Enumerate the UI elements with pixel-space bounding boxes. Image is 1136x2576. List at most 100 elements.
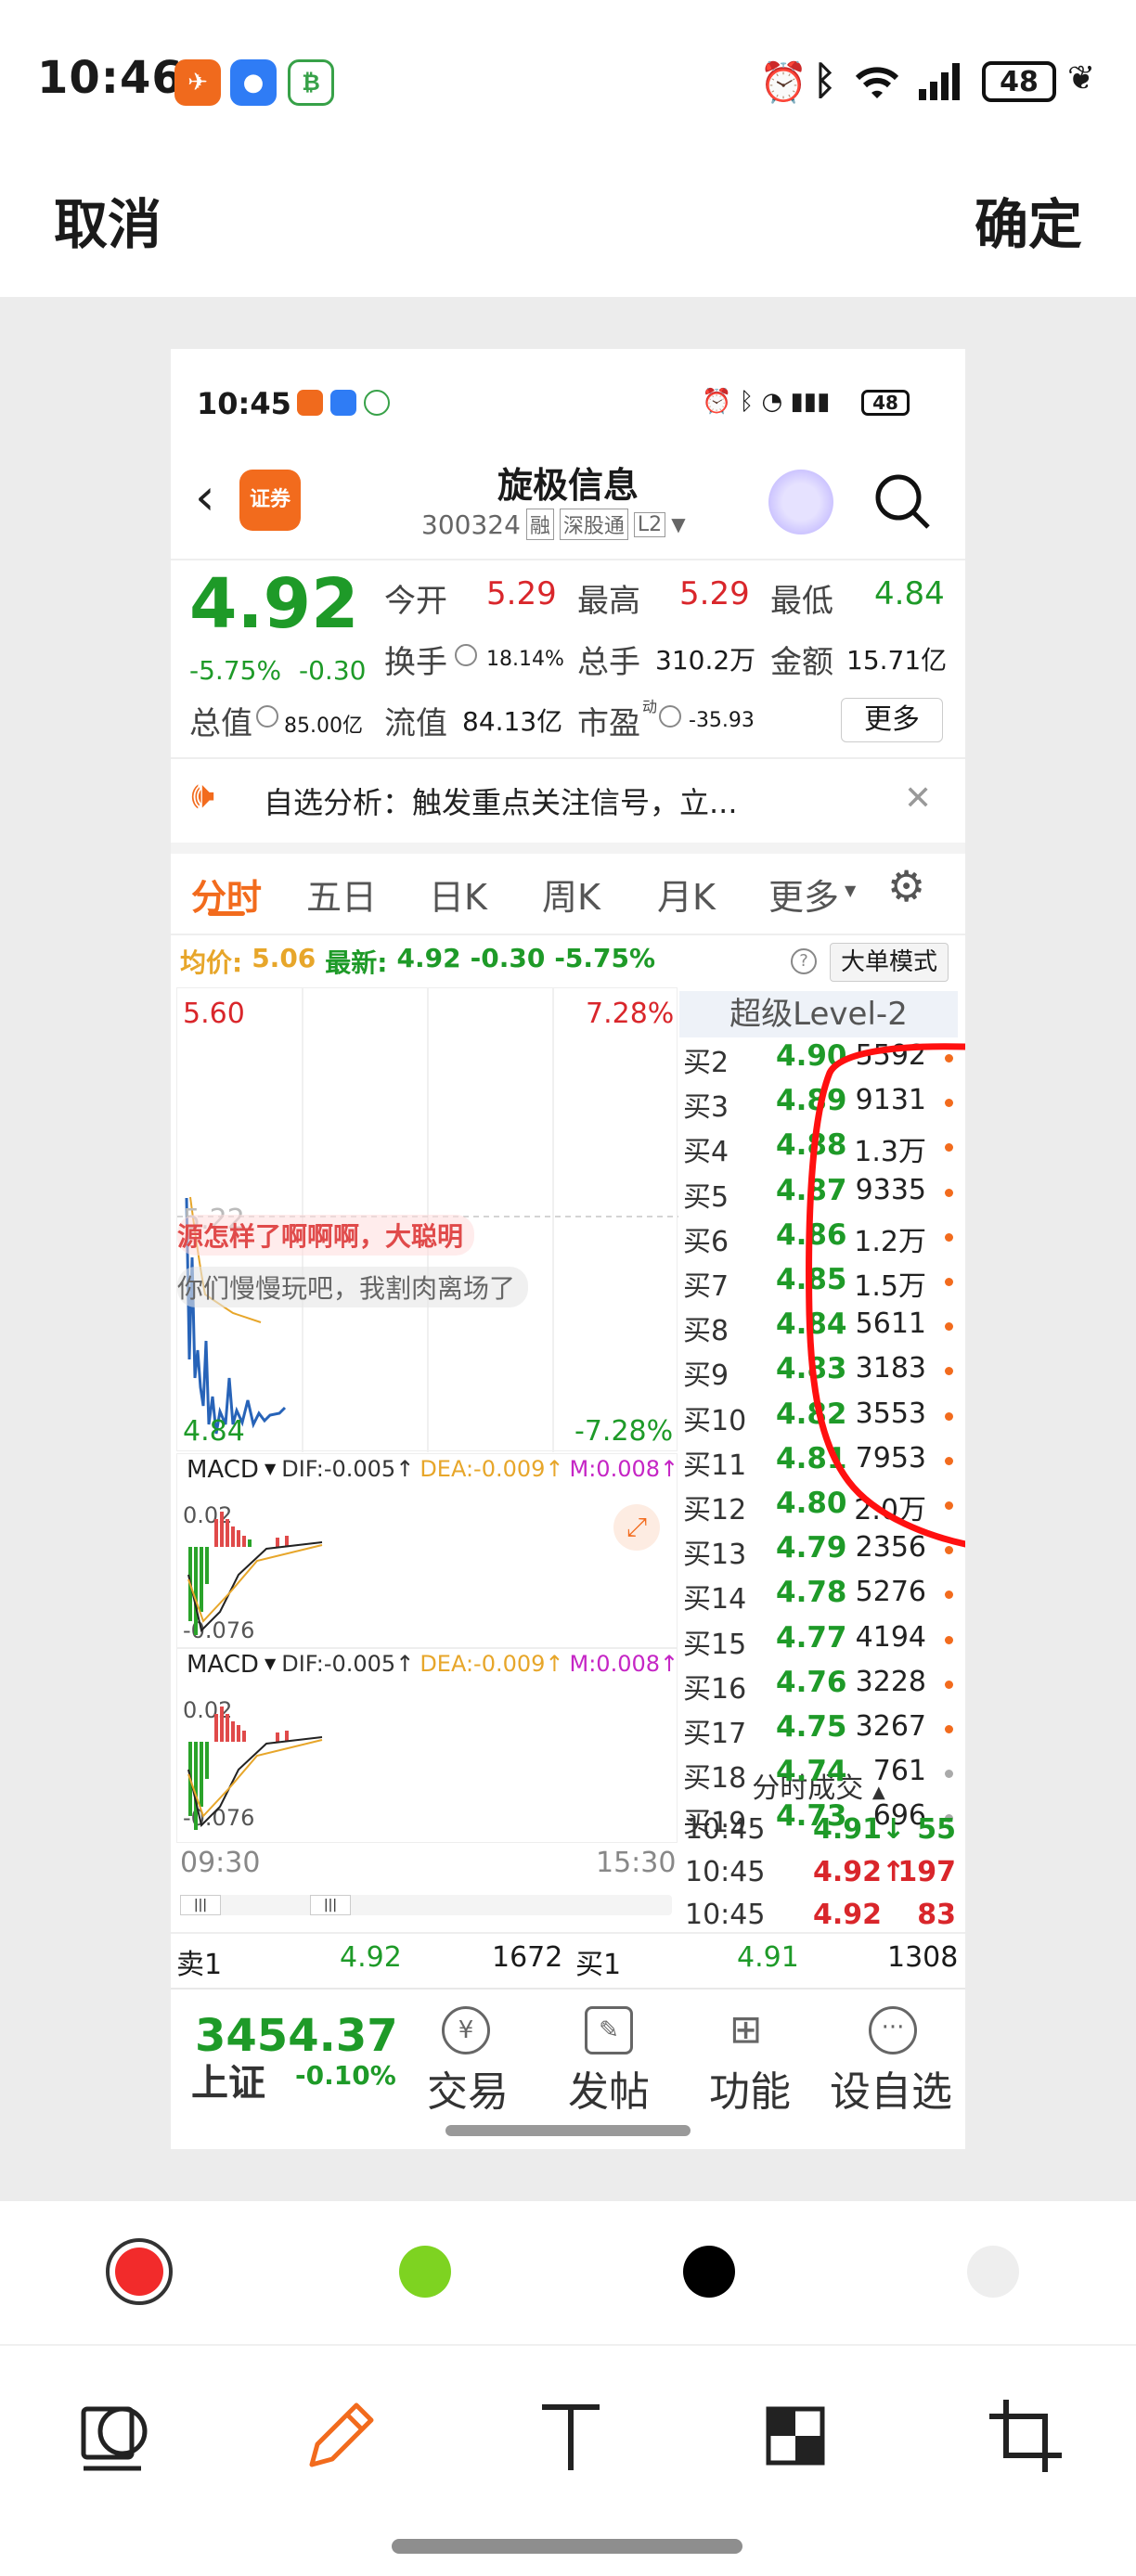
wifi-icon [855, 67, 899, 98]
confirm-button[interactable]: 确定 [975, 181, 1082, 259]
nav-post[interactable]: 发帖 [568, 2058, 650, 2118]
mosaic-tool-icon[interactable] [754, 2394, 837, 2478]
latest-change: -0.30 [470, 943, 546, 973]
divider [171, 559, 965, 560]
inner-battery-level: 48 [872, 392, 898, 414]
status-time: 10:46 [37, 52, 184, 104]
danmaku-bubble: 你们慢慢玩吧，我割肉离场了 [177, 1267, 529, 1307]
text-tool-icon[interactable] [529, 2394, 613, 2478]
more-button[interactable]: 更多 [841, 698, 943, 742]
latest-percent: -5.75% [554, 943, 656, 973]
notice-text[interactable]: 自选分析：触发重点关注信号，立... [264, 779, 738, 822]
sell1-vol: 1672 [492, 1941, 563, 1974]
macd-histogram [187, 1512, 323, 1635]
inner-battery-icon: 48 [861, 390, 910, 416]
big-order-mode-button[interactable]: 大单模式 [830, 943, 949, 982]
nav-function[interactable]: 功能 [709, 2058, 791, 2118]
chart-end-time: 15:30 [596, 1847, 677, 1879]
high-label: 最高 [577, 583, 640, 620]
order-flag-dot [945, 1591, 953, 1600]
orderbook-level-label: 买3 [683, 1091, 729, 1125]
pe-label: 市盈 [577, 705, 640, 742]
chevron-down-icon[interactable]: ▼ [671, 513, 685, 535]
orderbook-level-label: 买11 [683, 1449, 747, 1482]
macd-dea: DEA:-0.009↑ [420, 1651, 564, 1677]
orderbook-level-label: 买5 [683, 1180, 729, 1214]
stock-code-row: 300324 融 深股通 L2 ▼ [421, 509, 686, 540]
trade-volume: 83 [917, 1899, 956, 1931]
stock-name: 旋极信息 [497, 465, 639, 506]
gear-icon[interactable]: ⚙ [887, 861, 925, 911]
green-color-swatch[interactable] [399, 2246, 451, 2298]
orderbook-volume: 3228 [855, 1665, 926, 1698]
order-flag-dot [945, 1680, 953, 1689]
screenshot-preview: 10:45 ⏰ ᛒ ◔ ▮▮▮ 48 ‹ 证券 旋极信息 300324 融 深股… [171, 349, 965, 2149]
level2-title: 超级Level-2 [679, 991, 958, 1037]
buy1-vol: 1308 [887, 1941, 959, 1974]
status-bar: 10:46 ✈ ● ₿ ⏰ ᛒ 48 ❦ [0, 0, 1136, 158]
divider [171, 843, 965, 854]
chevron-down-icon: ▼ [845, 882, 857, 899]
info-icon[interactable] [659, 705, 681, 728]
latest-label: 最新: [325, 947, 388, 978]
macd-dea: DEA:-0.009↑ [420, 1456, 564, 1482]
index-percent: -0.10% [295, 2060, 396, 2091]
orderbook-level-label: 买13 [683, 1539, 747, 1572]
white-color-swatch[interactable] [967, 2246, 1019, 2298]
intraday-chart[interactable]: 5.60 7.28% 5.22 4.84 -7.28% 源怎样了啊啊啊，大聪明 … [176, 987, 678, 1452]
tab-monthly-k[interactable]: 月K [657, 869, 716, 920]
black-color-swatch[interactable] [683, 2246, 735, 2298]
float-label: 流值 [384, 705, 447, 742]
orderbook-level-label: 买6 [683, 1225, 729, 1258]
tab-daily-k[interactable]: 日K [429, 869, 487, 920]
orderbook-volume: 3267 [855, 1710, 926, 1743]
message-notification-icon: ● [230, 59, 277, 106]
tab-five-day[interactable]: 五日 [306, 869, 377, 920]
cancel-button[interactable]: 取消 [54, 181, 161, 259]
robot-avatar-icon[interactable] [768, 470, 833, 535]
search-icon[interactable] [872, 471, 932, 531]
alarm-icon: ⏰ [759, 59, 808, 105]
macd-histogram [187, 1707, 323, 1830]
margin-badge: 融 [525, 509, 554, 540]
orderbook-level-label: 买10 [683, 1404, 747, 1437]
info-icon[interactable] [256, 705, 278, 728]
inner-app-icon [297, 390, 323, 416]
nav-trade[interactable]: 交易 [427, 2058, 509, 2118]
inner-status-time: 10:45 [197, 386, 291, 421]
help-icon[interactable]: ? [791, 948, 817, 974]
inner-status-icons: ⏰ ᛒ ◔ ▮▮▮ [702, 388, 831, 416]
trade-time: 10:45 [685, 1813, 766, 1846]
chart-start-time: 09:30 [180, 1847, 261, 1879]
expand-icon[interactable]: ⤢ [613, 1504, 660, 1551]
sell1-label: 卖1 [176, 1949, 223, 1981]
shape-tool-icon[interactable] [74, 2394, 158, 2478]
danmaku-bubble: 源怎样了啊啊啊，大聪明 [177, 1215, 475, 1256]
orderbook-volume: 761 [872, 1755, 926, 1788]
buy1-price: 4.91 [737, 1941, 799, 1974]
macd-panel-2[interactable]: MACD ▼ DIF:-0.005↑ DEA:-0.009↑ M:0.008↑ 0… [176, 1648, 678, 1843]
macd-panel-1[interactable]: MACD ▼ DIF:-0.005↑ DEA:-0.009↑ M:0.008↑ 0… [176, 1453, 678, 1648]
nav-add-watchlist[interactable]: 设自选 [830, 2058, 952, 2118]
pencil-tool-icon[interactable] [299, 2394, 382, 2478]
chart-bottom-pct: -7.28% [574, 1415, 674, 1448]
macd-dif: DIF:-0.005↑ [281, 1456, 415, 1482]
info-icon[interactable] [455, 644, 477, 666]
trade-price: 4.92 [813, 1899, 883, 1931]
stock-code: 300324 [421, 509, 521, 540]
red-color-swatch[interactable] [106, 2238, 173, 2305]
amount-value: 15.71亿 [846, 645, 948, 676]
edit-toolbar [0, 2201, 1136, 2576]
latest-value: 4.92 [396, 943, 461, 973]
chart-top-pct: 7.28% [586, 998, 675, 1030]
orderbook-level-label: 买7 [683, 1270, 729, 1303]
slider-handle-left[interactable]: ||| [180, 1895, 221, 1915]
tab-more[interactable]: 更多 [768, 869, 839, 920]
app2-notification-icon: ₿ [288, 59, 334, 106]
tab-weekly-k[interactable]: 周K [542, 869, 600, 920]
crop-tool-icon[interactable] [984, 2394, 1067, 2478]
slider-handle-right[interactable]: ||| [310, 1895, 351, 1915]
close-icon[interactable]: ✕ [904, 779, 932, 818]
time-range-slider[interactable]: ||| ||| [180, 1895, 672, 1915]
macd-m: M:0.008↑ [569, 1651, 679, 1677]
